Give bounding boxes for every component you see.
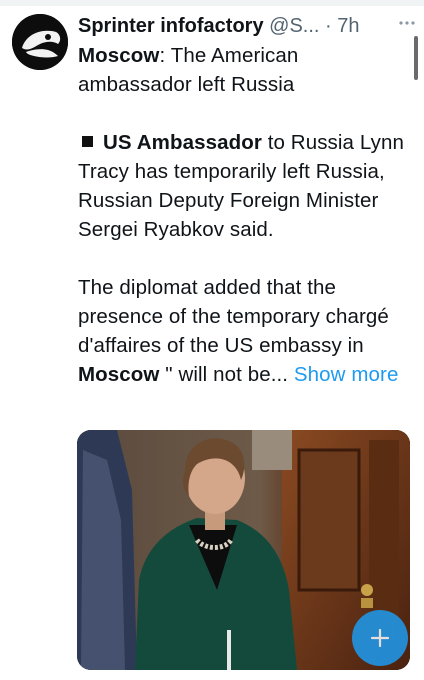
author-name[interactable]: Sprinter infofactory (78, 15, 264, 37)
show-more-link[interactable]: Show more (288, 363, 399, 386)
tweet-time[interactable]: 7h (337, 15, 359, 37)
compose-button[interactable] (352, 610, 408, 666)
ambassador-bold: US Ambassador (103, 131, 262, 154)
avatar[interactable] (12, 14, 68, 70)
separator-dot: · (325, 15, 332, 37)
tweet-paragraph-2: US Ambassador to Russia Lynn Tracy has t… (78, 128, 408, 244)
tweet-header: Sprinter infofactory @S... · 7h (78, 12, 416, 40)
scrollbar[interactable] (414, 36, 418, 80)
tweet-text: Moscow: The American ambassador left Rus… (78, 41, 408, 389)
more-icon[interactable] (398, 14, 416, 32)
plus-icon (370, 628, 390, 648)
avatar-logo (12, 14, 68, 70)
author-handle[interactable]: @S... (269, 15, 319, 37)
paragraph-3-start: The diplomat added that the presence of … (78, 276, 389, 357)
tweet-headline: Moscow: The American ambassador left Rus… (78, 41, 408, 99)
headline-location: Moscow (78, 44, 160, 67)
top-divider (0, 0, 424, 6)
tweet-paragraph-3: The diplomat added that the presence of … (78, 273, 408, 389)
paragraph-3-end: " will not be... (159, 363, 289, 386)
moscow-bold: Moscow (78, 363, 160, 386)
black-square-icon (82, 136, 93, 147)
